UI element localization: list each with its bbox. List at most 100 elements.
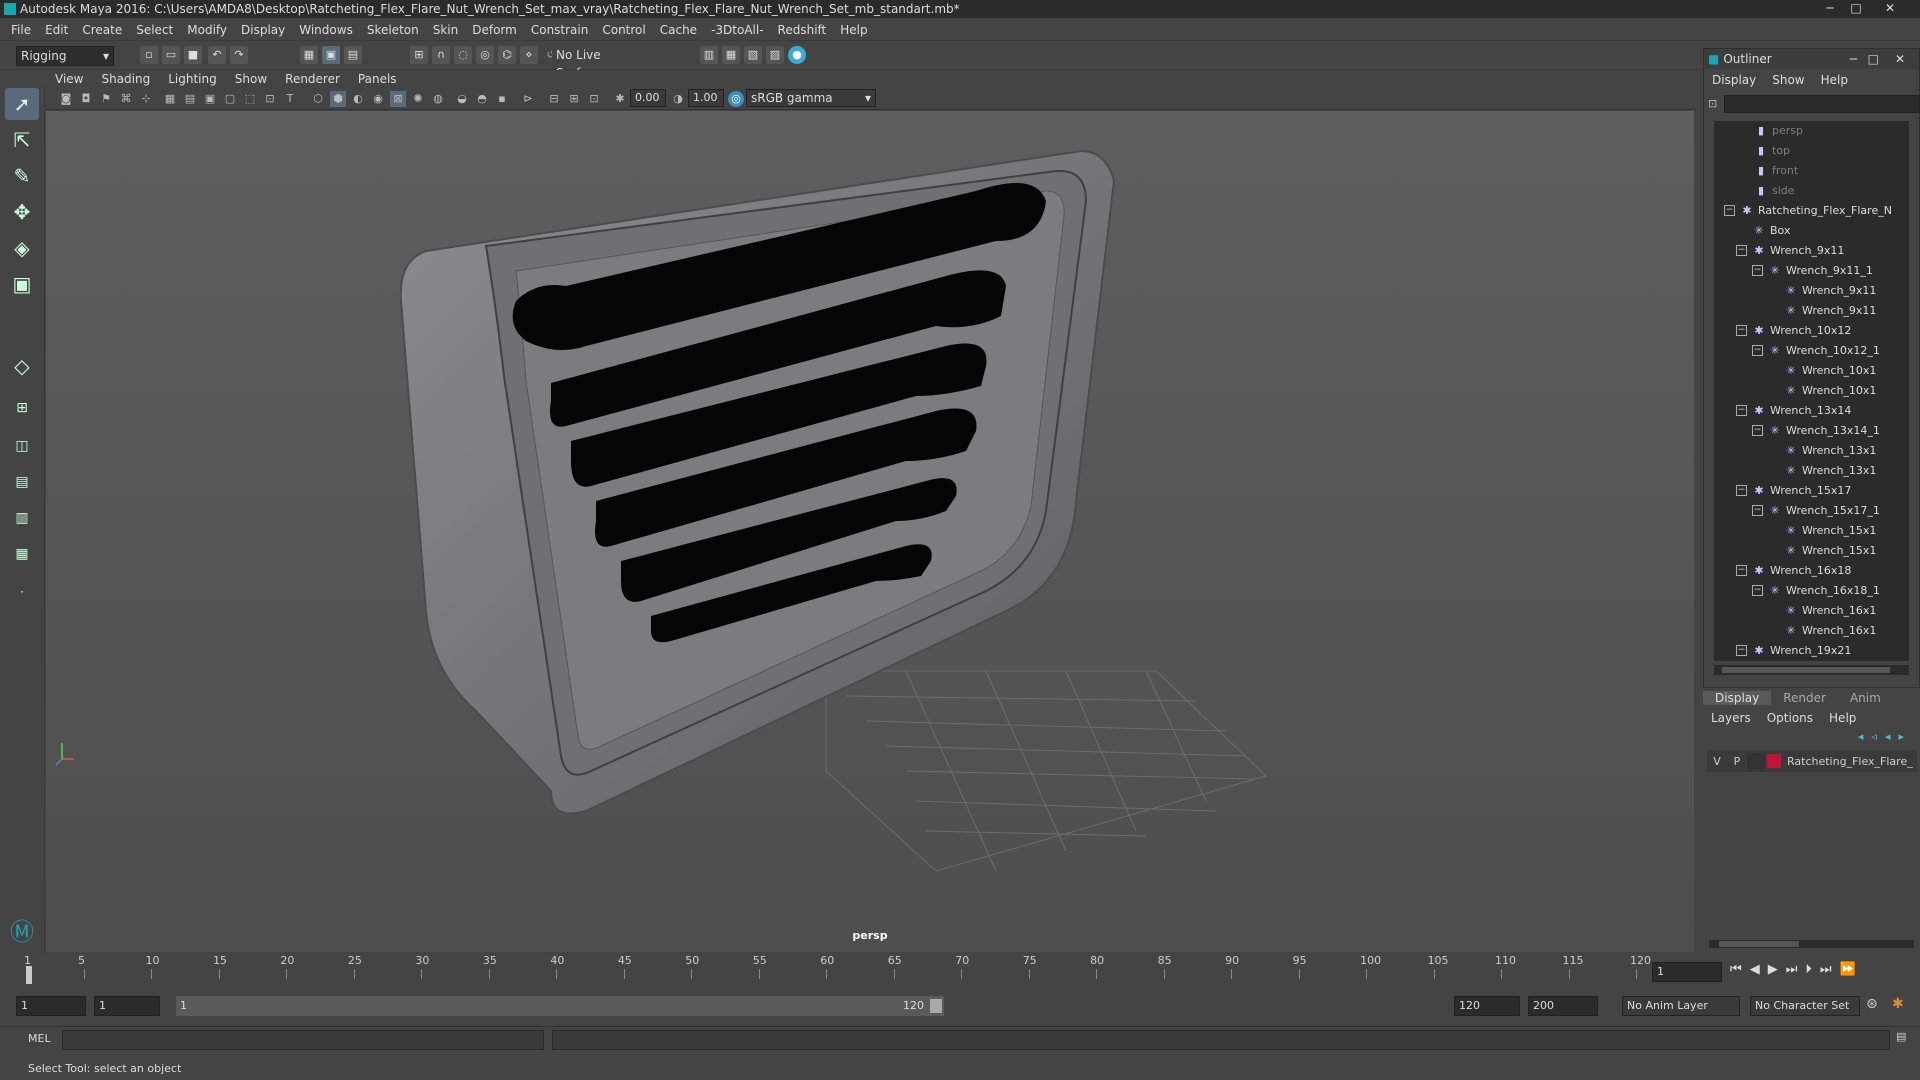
outliner-item[interactable]: ✱ Wrench_13x14 − — [1714, 401, 1909, 421]
maximize-icon[interactable]: □ — [1868, 52, 1879, 66]
two-view-icon[interactable]: ◫ — [5, 430, 39, 462]
paint-select-icon[interactable]: ✎ — [5, 160, 39, 192]
menu-help[interactable]: Help — [833, 23, 874, 37]
playback-start-field[interactable]: 1 — [94, 996, 160, 1016]
playback-end-field[interactable]: 120 — [1454, 996, 1520, 1016]
outliner-item[interactable]: ✳ Wrench_16x1 — [1714, 601, 1909, 621]
layer-tab-display[interactable]: Display — [1703, 691, 1772, 705]
motion-blur-icon[interactable]: ◒ — [454, 91, 470, 107]
safe-action-icon[interactable]: ⬚ — [242, 91, 258, 107]
outliner-item[interactable]: ▮ front — [1714, 161, 1909, 181]
four-view-icon[interactable]: ⊞ — [5, 392, 39, 424]
outliner-scrollbar[interactable] — [1714, 665, 1909, 675]
outliner-item[interactable]: ✳ Wrench_9x11_1 − — [1714, 261, 1909, 281]
resolution-gate-icon[interactable]: ▤ — [182, 91, 198, 107]
layer-color-swatch[interactable] — [1767, 754, 1781, 768]
menu-deform[interactable]: Deform — [465, 23, 524, 37]
snap-view-icon[interactable]: ◎ — [476, 46, 494, 64]
menu-create[interactable]: Create — [75, 23, 129, 37]
expand-toggle-icon[interactable]: − — [1736, 405, 1747, 416]
gate-mask-icon[interactable]: ▣ — [202, 91, 218, 107]
character-set-dropdown[interactable]: No Character Set — [1750, 996, 1860, 1016]
grid-icon[interactable]: ⊹ — [138, 91, 154, 107]
live-surface-field[interactable]: No Live Surface — [552, 46, 642, 80]
panel-menu-view[interactable]: View — [46, 72, 92, 86]
image-plane-icon[interactable]: ⌘ — [118, 91, 134, 107]
end-time-field[interactable]: 200 — [1528, 996, 1598, 1016]
outliner-item[interactable]: ✳ Wrench_15x1 — [1714, 541, 1909, 561]
select-component-icon[interactable]: ▤ — [344, 46, 362, 64]
snap-point-icon[interactable]: ◌ — [454, 46, 472, 64]
lasso-tool-icon[interactable]: ⇱ — [5, 124, 39, 156]
current-time-marker[interactable] — [26, 966, 32, 984]
shadows-icon[interactable]: ✺ — [410, 91, 426, 107]
depth-of-field-icon[interactable]: ▪ — [494, 91, 510, 107]
outliner-item[interactable]: ✳ Wrench_15x17_1 − — [1714, 501, 1909, 521]
layer-visibility-toggle[interactable]: V — [1707, 755, 1727, 768]
antialias-icon[interactable]: ◓ — [474, 91, 490, 107]
layer-row[interactable]: V P Ratcheting_Flex_Flare_ — [1707, 750, 1917, 772]
snap-curve-icon[interactable]: ∩ — [432, 46, 450, 64]
camera-attributes-icon[interactable]: ◘ — [78, 91, 94, 107]
layer-playback-toggle[interactable]: P — [1727, 755, 1747, 768]
outliner-item[interactable]: ✱ Wrench_19x21 − — [1714, 641, 1909, 661]
menu-set-dropdown[interactable]: Rigging ▾ — [16, 46, 114, 66]
minimize-button[interactable]: ─ — [1818, 0, 1842, 18]
select-hierarchy-icon[interactable]: ▦ — [300, 46, 318, 64]
backface-icon[interactable]: ⊡ — [586, 91, 602, 107]
lights-icon[interactable]: ◐ — [350, 91, 366, 107]
textured-icon[interactable]: ◉ — [370, 91, 386, 107]
hypershade-icon[interactable]: ● — [788, 46, 806, 64]
outliner-item[interactable]: ▮ side — [1714, 181, 1909, 201]
redo-icon[interactable]: ↷ — [230, 46, 248, 64]
expand-toggle-icon[interactable]: − — [1752, 265, 1763, 276]
outliner-item[interactable]: ✱ Wrench_10x12 − — [1714, 321, 1909, 341]
outliner-item[interactable]: ✱ Wrench_15x17 − — [1714, 481, 1909, 501]
new-scene-icon[interactable]: ▫ — [140, 46, 158, 64]
outliner-item[interactable]: ✳ Wrench_9x11 — [1714, 301, 1909, 321]
outliner-menu-display[interactable]: Display — [1704, 73, 1764, 87]
single-view-icon[interactable]: ◇ — [5, 350, 39, 382]
layer-menu-layers[interactable]: Layers — [1703, 711, 1759, 725]
menu-redshift[interactable]: Redshift — [771, 23, 834, 37]
outliner-item[interactable]: ✳ Wrench_9x11 — [1714, 281, 1909, 301]
menu-skeleton[interactable]: Skeleton — [360, 23, 426, 37]
snap-vertex-icon[interactable]: ⋄ — [520, 46, 538, 64]
menu-windows[interactable]: Windows — [292, 23, 360, 37]
layer-scrollbar[interactable] — [1709, 940, 1914, 948]
render-frame-icon[interactable]: ▦ — [722, 46, 740, 64]
expand-toggle-icon[interactable]: − — [1752, 505, 1763, 516]
playback-controls[interactable]: ⏮◀▶⏭⏵⏭⏩ — [1730, 962, 1864, 977]
rotate-tool-icon[interactable]: ◈ — [5, 232, 39, 264]
outliner-menu-help[interactable]: Help — [1813, 73, 1856, 87]
menu-control[interactable]: Control — [595, 23, 652, 37]
outliner-filter-icon[interactable]: ⊡ — [1708, 97, 1717, 110]
layer-action-icons[interactable]: ◂◃◂▸ — [1858, 730, 1912, 743]
outliner-item[interactable]: ✳ Wrench_16x18_1 − — [1714, 581, 1909, 601]
outliner-item[interactable]: ✳ Wrench_13x1 — [1714, 441, 1909, 461]
panel-menu-show[interactable]: Show — [226, 72, 276, 86]
expand-toggle-icon[interactable]: − — [1752, 585, 1763, 596]
menu-display[interactable]: Display — [234, 23, 292, 37]
gamma-icon[interactable]: ◑ — [670, 91, 686, 107]
expand-toggle-icon[interactable]: − — [1752, 345, 1763, 356]
camera-select-icon[interactable]: ◙ — [58, 91, 74, 107]
expand-toggle-icon[interactable]: − — [1724, 205, 1735, 216]
snap-grid-icon[interactable]: ⊞ — [410, 46, 428, 64]
outliner-item[interactable]: ✱ Wrench_9x11 − — [1714, 241, 1909, 261]
range-handle[interactable] — [930, 999, 942, 1013]
wireframe-icon[interactable]: ⬡ — [310, 91, 326, 107]
outliner-tree[interactable]: ▮ persp ▮ top ▮ front ▮ side ✱ Ratcheting_Flex_Fl… — [1714, 121, 1909, 661]
time-slider[interactable]: 1 ⏮◀▶⏭⏵⏭⏩ 1 5 10 15 20 25 30 35 40 45 50 55 60 65 70 75… — [0, 954, 1920, 988]
expand-toggle-icon[interactable]: − — [1736, 245, 1747, 256]
outliner-item[interactable]: ✳ Wrench_10x1 — [1714, 361, 1909, 381]
script-editor-icon[interactable]: ▤ — [1896, 1030, 1906, 1043]
anim-layer-dropdown[interactable]: No Anim Layer — [1622, 996, 1740, 1016]
xray-icon[interactable]: ⊠ — [390, 91, 406, 107]
outliner-item[interactable]: ✳ Wrench_13x14_1 − — [1714, 421, 1909, 441]
minimize-icon[interactable]: ─ — [1850, 52, 1857, 66]
exposure-field[interactable]: 0.00 — [630, 89, 666, 107]
expand-toggle-icon[interactable]: − — [1736, 565, 1747, 576]
snap-surface-icon[interactable]: ⌬ — [498, 46, 516, 64]
expand-toggle-icon[interactable]: − — [1752, 425, 1763, 436]
